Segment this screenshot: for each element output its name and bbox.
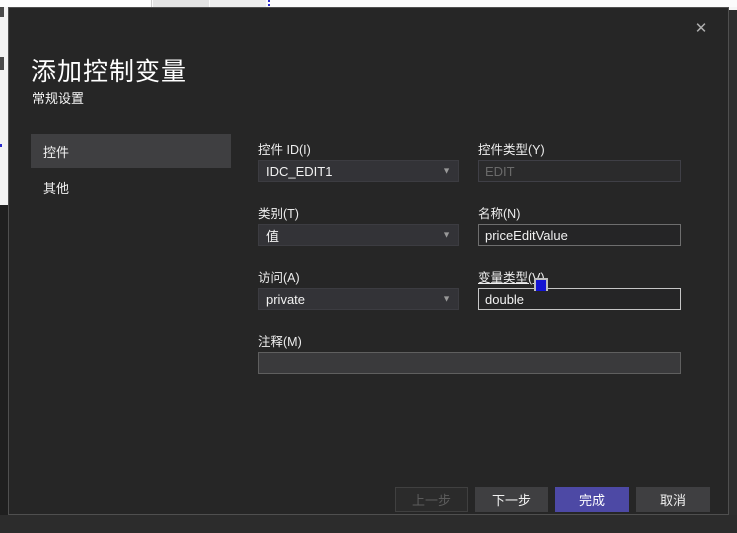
sidebar-item-other[interactable]: 其他 — [31, 172, 231, 202]
control-id-label: 控件 ID(I) — [258, 143, 311, 157]
chevron-down-icon: ▼ — [442, 165, 451, 176]
background-app-top-strip — [0, 0, 737, 7]
background-app-right-strip — [729, 10, 737, 515]
background-toolbar-segment — [0, 0, 152, 7]
variable-type-label: 变量类型(V) — [478, 271, 545, 285]
dialog-title: 添加控制变量 — [31, 58, 188, 86]
background-app-bottom-strip — [0, 515, 737, 533]
variable-type-field[interactable] — [478, 288, 681, 310]
control-id-value: IDC_EDIT1 — [266, 163, 333, 179]
cancel-button[interactable]: 取消 — [636, 487, 710, 512]
name-field[interactable] — [478, 224, 681, 246]
category-combobox[interactable]: 值 ▼ — [258, 224, 459, 246]
chevron-down-icon: ▼ — [442, 293, 451, 304]
access-value: private — [266, 291, 306, 307]
sidebar-item-label: 其他 — [43, 180, 70, 196]
add-control-variable-dialog: ✕ 添加控制变量 常规设置 控件 其他 控件 ID(I) IDC_EDIT1 ▼… — [8, 7, 729, 515]
comment-label: 注释(M) — [258, 335, 302, 349]
control-type-field — [478, 160, 681, 182]
background-icon-fragment — [0, 7, 4, 17]
close-icon[interactable]: ✕ — [692, 20, 710, 38]
access-combobox[interactable]: private ▼ — [258, 288, 459, 310]
background-blue-marker — [0, 144, 2, 147]
background-app-left-strip — [0, 7, 8, 205]
dialog-subtitle: 常规设置 — [32, 91, 85, 106]
previous-button[interactable]: 上一步 — [395, 487, 468, 512]
finish-button[interactable]: 完成 — [555, 487, 629, 512]
background-blue-marker — [268, 0, 270, 7]
background-toolbar-segment — [153, 0, 209, 7]
sidebar-item-controls[interactable]: 控件 — [31, 134, 231, 168]
control-type-label: 控件类型(Y) — [478, 143, 545, 157]
chevron-down-icon: ▼ — [442, 229, 451, 240]
background-toolbar-segment — [210, 0, 266, 7]
name-label: 名称(N) — [478, 207, 521, 221]
category-value: 值 — [266, 228, 280, 244]
comment-field[interactable] — [258, 352, 681, 374]
access-label: 访问(A) — [258, 271, 300, 285]
category-label: 类别(T) — [258, 207, 299, 221]
screen: ✕ 添加控制变量 常规设置 控件 其他 控件 ID(I) IDC_EDIT1 ▼… — [0, 0, 737, 533]
sidebar-item-label: 控件 — [43, 144, 70, 160]
focus-adorner-icon — [534, 278, 548, 291]
next-button[interactable]: 下一步 — [475, 487, 548, 512]
background-app-left-dark-strip — [0, 205, 8, 515]
background-icon-fragment — [0, 57, 4, 70]
control-id-combobox[interactable]: IDC_EDIT1 ▼ — [258, 160, 459, 182]
